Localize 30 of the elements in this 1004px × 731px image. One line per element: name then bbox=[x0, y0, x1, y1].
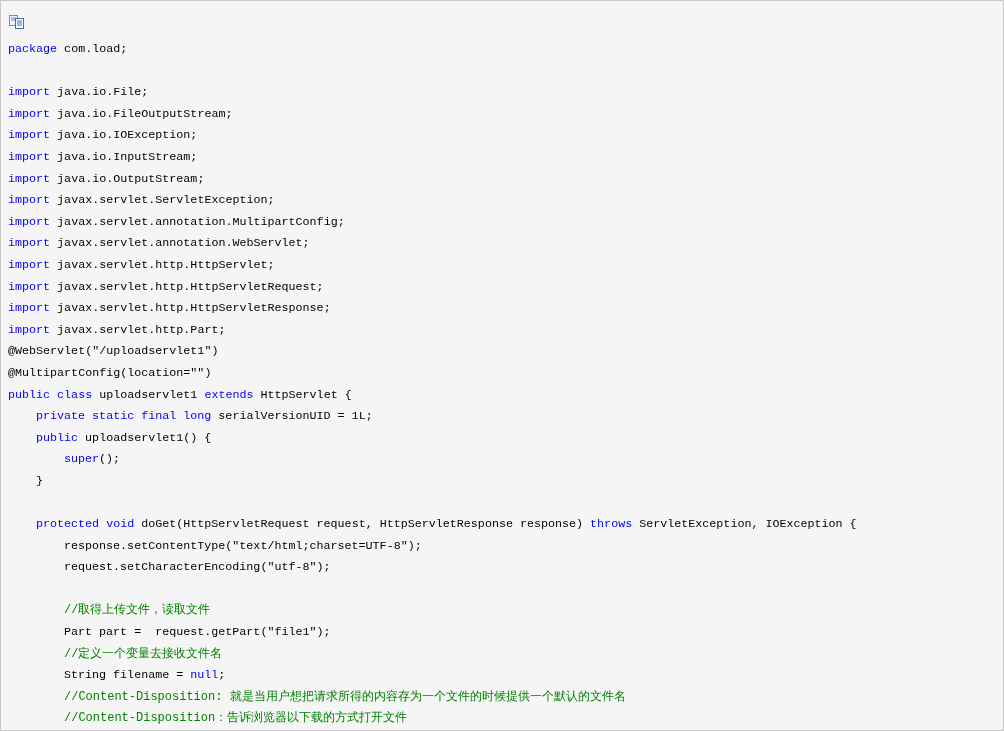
code-line: //Content-Disposition：告诉浏览器以下载的方式打开文件 bbox=[64, 710, 408, 728]
code-line: //定义一个变量去接收文件名 bbox=[64, 645, 223, 663]
code-line: String filename = null; bbox=[64, 667, 226, 685]
code-line: import java.io.IOException; bbox=[8, 127, 198, 145]
code-line: import java.io.FileOutputStream; bbox=[8, 105, 233, 123]
code-line: } bbox=[36, 472, 43, 490]
code-line: //取得上传文件，读取文件 bbox=[64, 602, 211, 620]
code-line: import javax.servlet.http.HttpServletResponse; bbox=[8, 300, 331, 318]
code-line: @MultipartConfig(location="") bbox=[8, 364, 212, 382]
code-line: @WebServlet("/uploadservlet1") bbox=[8, 343, 219, 361]
code-line: import javax.servlet.http.Part; bbox=[8, 321, 226, 339]
code-line: import java.io.OutputStream; bbox=[8, 170, 205, 188]
code-line: public uploadservlet1() { bbox=[36, 429, 212, 447]
code-line: //Content-Disposition: 就是当用户想把请求所得的内容存为一个文件的时候提供一个默认的文件名 bbox=[64, 688, 626, 706]
code-line: import javax.servlet.http.HttpServlet; bbox=[8, 256, 275, 274]
copy-icon[interactable] bbox=[9, 15, 25, 29]
code-line: Part part = request.getPart("file1"); bbox=[64, 624, 331, 642]
code-line: super(); bbox=[64, 451, 121, 469]
code-line: import javax.servlet.http.HttpServletRequest; bbox=[8, 278, 324, 296]
code-line: request.setCharacterEncoding("utf-8"); bbox=[64, 559, 331, 577]
code-line: protected void doGet(HttpServletRequest request, HttpServletResponse response) throws ServletException, IOException { bbox=[36, 516, 857, 534]
code-line: public class uploadservlet1 extends HttpServlet { bbox=[8, 386, 352, 404]
code-line: import java.io.InputStream; bbox=[8, 148, 198, 166]
code-line: import javax.servlet.annotation.WebServlet; bbox=[8, 235, 310, 253]
code-line: package com.load; bbox=[8, 41, 128, 58]
code-line: private static final long serialVersionUID = 1L; bbox=[36, 408, 373, 426]
code-line: import javax.servlet.ServletException; bbox=[8, 192, 275, 210]
code-line: import javax.servlet.annotation.MultipartConfig; bbox=[8, 213, 345, 231]
code-line: response.setContentType("text/html;charset=UTF-8"); bbox=[64, 537, 422, 555]
code-line: import java.io.File; bbox=[8, 84, 149, 102]
